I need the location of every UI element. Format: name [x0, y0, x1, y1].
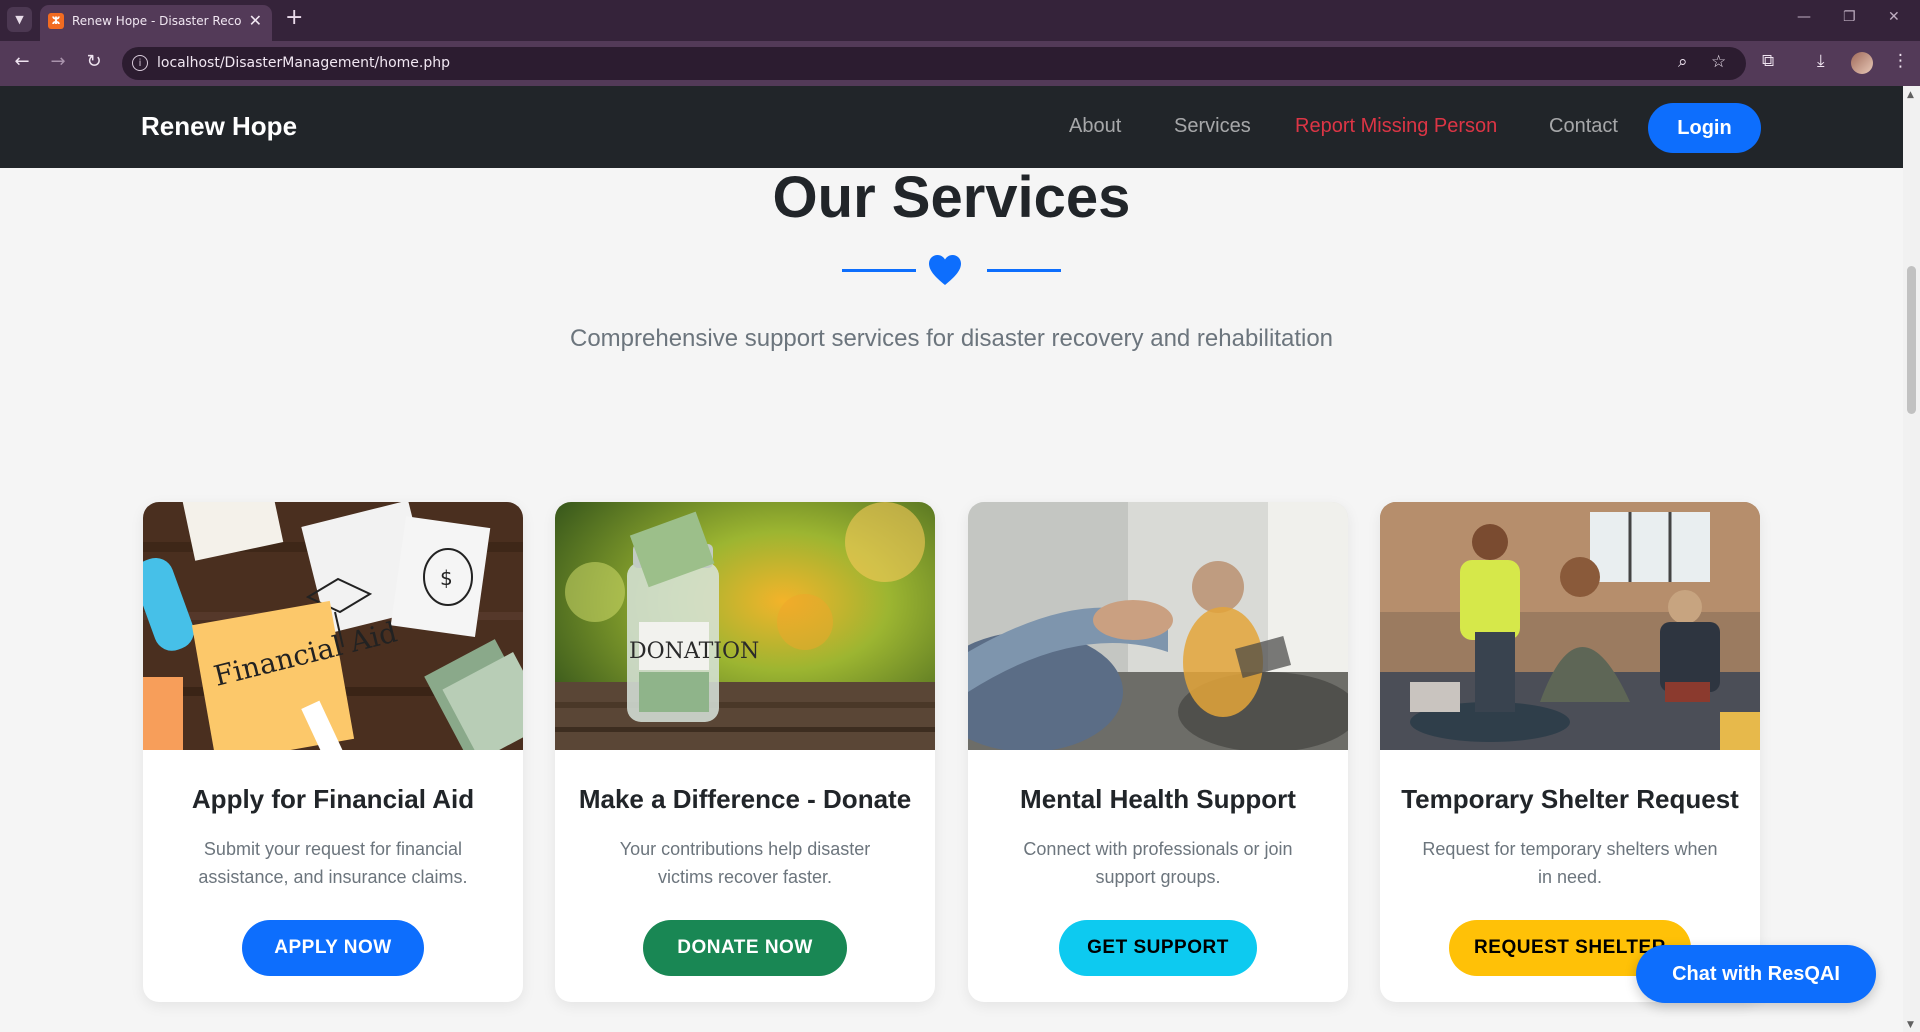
- zoom-icon[interactable]: ⌕: [1678, 52, 1688, 72]
- restore-icon[interactable]: ❐: [1843, 9, 1856, 25]
- login-button[interactable]: Login: [1648, 103, 1761, 153]
- url-text[interactable]: localhost/DisasterManagement/home.php: [157, 55, 450, 71]
- donation-label-text: DONATION: [629, 639, 759, 664]
- new-tab-icon[interactable]: +: [285, 7, 303, 29]
- tab-search-chevron-down-icon[interactable]: ▼: [7, 7, 32, 32]
- tab-close-icon[interactable]: ✕: [249, 11, 262, 30]
- section-title: Our Services: [772, 165, 1131, 230]
- shelter-image: [1380, 502, 1760, 750]
- card-title: Temporary Shelter Request: [1401, 784, 1739, 814]
- card-title: Make a Difference - Donate: [578, 784, 912, 814]
- financial-aid-image: $ Financial Aid: [143, 502, 523, 750]
- service-card-mental-health: Mental Health Support Connect with profe…: [968, 502, 1348, 1002]
- brand-logo[interactable]: Renew Hope: [141, 111, 297, 142]
- tab-title: Renew Hope - Disaster Recovery: [72, 14, 242, 28]
- kebab-menu-icon[interactable]: ⋮: [1892, 51, 1909, 71]
- donate-now-button[interactable]: DONATE NOW: [643, 920, 847, 976]
- forward-arrow-icon[interactable]: →: [46, 51, 70, 72]
- nav-contact[interactable]: Contact: [1549, 115, 1618, 138]
- card-description: Your contributions help disaster victims…: [619, 839, 871, 887]
- minimize-icon[interactable]: —: [1797, 9, 1811, 25]
- scrollbar-thumb[interactable]: [1907, 266, 1916, 414]
- card-title: Apply for Financial Aid: [191, 784, 475, 814]
- donation-jar-image: DONATION: [555, 502, 935, 750]
- section-subtitle: Comprehensive support services for disas…: [569, 325, 1334, 352]
- reload-icon[interactable]: ↻: [82, 51, 106, 72]
- back-arrow-icon[interactable]: ←: [10, 51, 34, 72]
- xampp-favicon-icon: ⵣ: [48, 13, 64, 29]
- scroll-up-arrow-icon[interactable]: ▲: [1907, 90, 1914, 100]
- close-window-icon[interactable]: ✕: [1888, 9, 1900, 25]
- mental-health-image: [968, 502, 1348, 750]
- address-bar[interactable]: i localhost/DisasterManagement/home.php …: [122, 47, 1746, 80]
- scroll-down-arrow-icon[interactable]: ▼: [1907, 1020, 1914, 1030]
- card-description: Submit your request for financial assist…: [198, 839, 468, 887]
- divider-line-left: [842, 269, 916, 272]
- service-card-shelter: Temporary Shelter Request Request for te…: [1380, 502, 1760, 1002]
- puzzle-icon[interactable]: ⧉: [1762, 51, 1774, 71]
- heart-icon: [929, 255, 961, 285]
- service-card-financial-aid: $ Financial Aid Apply for Financial Aid …: [143, 502, 523, 1002]
- card-description: Connect with professionals or join suppo…: [1023, 839, 1293, 887]
- page-viewport: Renew Hope About Services Report Missing…: [0, 86, 1903, 1032]
- browser-toolbar: ← → ↻ i localhost/DisasterManagement/hom…: [0, 41, 1920, 86]
- divider-line-right: [987, 269, 1061, 272]
- profile-avatar[interactable]: [1851, 52, 1873, 74]
- card-title: Mental Health Support: [1020, 784, 1296, 814]
- page-scrollbar[interactable]: ▲ ▼: [1903, 86, 1920, 1032]
- site-navbar: Renew Hope About Services Report Missing…: [0, 86, 1903, 168]
- browser-tab-strip: ▼ ⵣ Renew Hope - Disaster Recovery ✕ + —…: [0, 0, 1920, 41]
- site-info-icon[interactable]: i: [132, 55, 148, 71]
- apply-now-button[interactable]: APPLY NOW: [242, 920, 424, 976]
- chat-with-resqai-button[interactable]: Chat with ResQAI: [1636, 945, 1876, 1003]
- nav-report-missing-person[interactable]: Report Missing Person: [1295, 115, 1497, 138]
- star-icon[interactable]: ☆: [1711, 52, 1726, 72]
- browser-tab[interactable]: ⵣ Renew Hope - Disaster Recovery ✕: [40, 5, 272, 41]
- card-description: Request for temporary shelters when in n…: [1422, 839, 1718, 887]
- get-support-button[interactable]: GET SUPPORT: [1059, 920, 1257, 976]
- nav-about[interactable]: About: [1069, 115, 1121, 138]
- svg-text:$: $: [440, 566, 453, 590]
- service-card-donate: DONATION Make a Difference - Donate Your…: [555, 502, 935, 1002]
- nav-services[interactable]: Services: [1174, 115, 1251, 138]
- download-icon[interactable]: ⤓: [1817, 51, 1825, 71]
